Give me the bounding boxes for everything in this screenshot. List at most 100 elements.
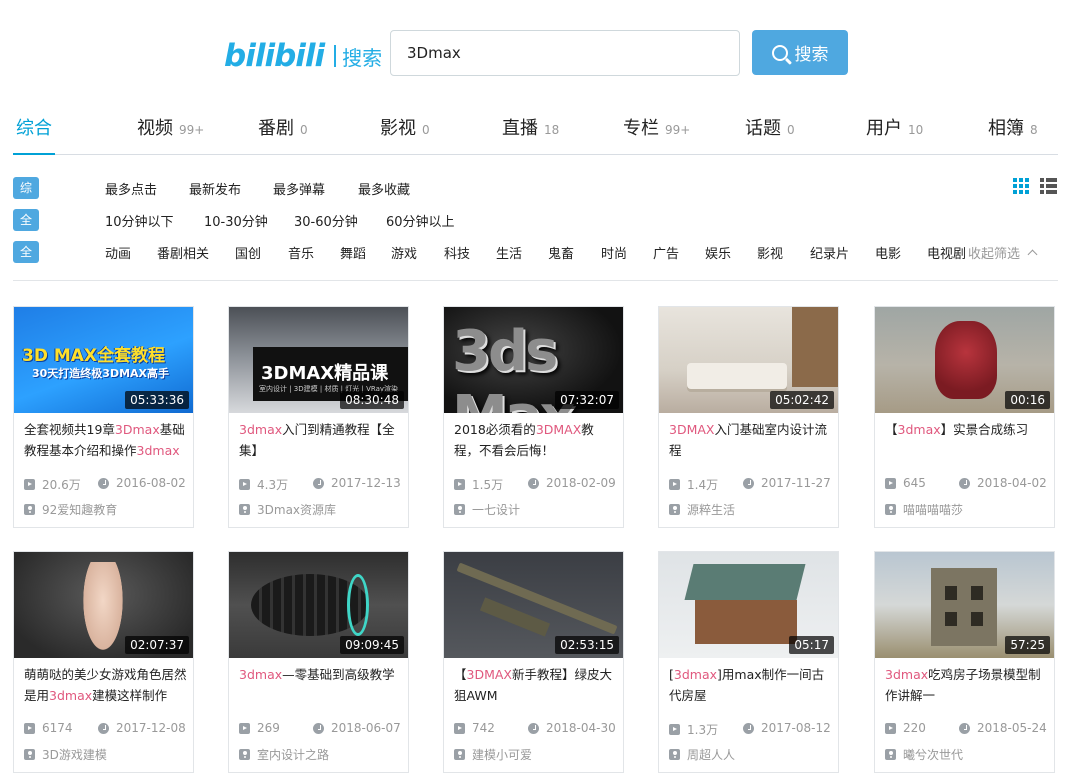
sort-filter-option[interactable]: 最多点击 <box>105 179 157 198</box>
zone-filter-option[interactable]: 娱乐 <box>705 243 731 262</box>
video-card[interactable]: 57:253dmax吃鸡房子场景模型制作讲解一2202018-05-24曦兮次世… <box>874 551 1055 773</box>
video-title[interactable]: 2018必须看的3DMAX教程，不看会后悔！ <box>454 419 617 461</box>
thumb-sofa <box>687 363 787 389</box>
video-title[interactable]: 萌萌哒的美少女游戏角色居然是用3dmax建模这样制作 <box>24 664 187 706</box>
zone-filter-option[interactable]: 电影 <box>875 243 901 262</box>
zone-filter-option[interactable]: 电视剧 <box>927 243 966 262</box>
video-card[interactable]: 3DMAX精品课室内设计 | 3D建模 | 材质 | 灯光 | VRay渲染08… <box>228 306 409 528</box>
video-thumbnail[interactable]: 3D MAX全套教程30天打造终极3DMAX高手05:33:36 <box>14 307 193 413</box>
play-count-text: 20.6万 <box>42 476 81 493</box>
video-card[interactable]: 09:09:45 3dmax—零基础到高级教学 2692018-06-07 室内设计之… <box>228 551 409 773</box>
sort-filter-option[interactable]: 最多弹幕 <box>273 179 325 198</box>
zone-filter-option[interactable]: 纪录片 <box>810 243 849 262</box>
video-title[interactable]: 【3DMAX新手教程】绿皮大狙AWM <box>454 664 617 706</box>
uploader[interactable]: 源粹生活 <box>669 501 735 518</box>
video-card[interactable]: 02:53:15 【3DMAX新手教程】绿皮大狙AWM 7422018-04-30 建… <box>443 551 624 773</box>
tab-7[interactable]: 话题0 <box>745 114 795 140</box>
video-title[interactable]: 3dmax吃鸡房子场景模型制作讲解一 <box>885 664 1048 706</box>
tab-1[interactable]: 综合 <box>16 114 52 140</box>
video-thumbnail[interactable]: 09:09:45 <box>229 552 408 658</box>
uploader-name: 92爱知趣教育 <box>42 501 117 518</box>
zone-filter-option[interactable]: 影视 <box>757 243 783 262</box>
tab-5[interactable]: 直播18 <box>502 114 559 140</box>
uploader[interactable]: 室内设计之路 <box>239 746 329 763</box>
video-thumbnail[interactable]: 3DMAX精品课室内设计 | 3D建模 | 材质 | 灯光 | VRay渲染08… <box>229 307 408 413</box>
video-stats: 20.6万 2016-08-02 <box>24 476 189 490</box>
duration-filter-option[interactable]: 30-60分钟 <box>294 211 358 230</box>
zone-filter-option[interactable]: 动画 <box>105 243 131 262</box>
video-title[interactable]: 3DMAX入门基础室内设计流程 <box>669 419 832 461</box>
zone-filter-option[interactable]: 游戏 <box>391 243 417 262</box>
uploader[interactable]: 建模小可爱 <box>454 746 532 763</box>
list-view-icon[interactable] <box>1040 178 1057 194</box>
zone-filter-option[interactable]: 生活 <box>496 243 522 262</box>
thumb-subtitle-text: 30天打造终极3DMAX高手 <box>32 365 169 381</box>
video-title[interactable]: 3dmax—零基础到高级教学 <box>239 664 402 706</box>
video-title[interactable]: 【3dmax】实景合成练习 <box>885 419 1048 461</box>
video-title[interactable]: 全套视频共19章3Dmax基础教程基本介绍和操作3dmax <box>24 419 187 461</box>
zone-filter-option[interactable]: 科技 <box>444 243 470 262</box>
zone-filter-option[interactable]: 时尚 <box>601 243 627 262</box>
zone-filter-option[interactable]: 国创 <box>235 243 261 262</box>
uploader[interactable]: 曦兮次世代 <box>885 746 963 763</box>
sort-filter-badge[interactable]: 综合排序 <box>13 177 39 199</box>
video-title[interactable]: 3dmax入门到精通教程【全集】 <box>239 419 402 461</box>
video-card[interactable]: 05:02:423DMAX入门基础室内设计流程1.4万2017-11-27源粹生… <box>658 306 839 528</box>
video-thumbnail[interactable]: 05:17 <box>659 552 838 658</box>
bilibili-logo[interactable]: bilibili 搜索 <box>224 36 382 76</box>
search-icon <box>772 45 788 61</box>
play-count-text: 1.4万 <box>687 476 718 493</box>
video-stats: 6452018-04-02 <box>885 476 1050 490</box>
video-duration: 00:16 <box>1005 391 1050 409</box>
video-title[interactable]: [3dmax]用max制作一间古代房屋 <box>669 664 832 706</box>
uploader[interactable]: 3D游戏建模 <box>24 746 107 763</box>
play-count: 4.3万 <box>239 476 288 493</box>
video-thumbnail[interactable]: 3ds Max07:32:07 <box>444 307 623 413</box>
uploader-icon <box>885 749 896 760</box>
tab-8[interactable]: 用户10 <box>866 114 923 140</box>
duration-filter-option[interactable]: 10分钟以下 <box>105 211 174 230</box>
duration-filter-badge[interactable]: 全部时长 <box>13 209 39 231</box>
video-thumbnail[interactable]: 02:07:37 <box>14 552 193 658</box>
zone-filter-badge[interactable]: 全部分区 <box>13 241 39 263</box>
video-card[interactable]: 3ds Max07:32:072018必须看的3DMAX教程，不看会后悔！1.5… <box>443 306 624 528</box>
video-stats: 7422018-04-30 <box>454 721 619 735</box>
grid-view-icon[interactable] <box>1013 178 1029 194</box>
video-thumbnail[interactable]: 02:53:15 <box>444 552 623 658</box>
video-thumbnail[interactable]: 05:02:42 <box>659 307 838 413</box>
search-input[interactable] <box>390 30 740 76</box>
video-thumbnail[interactable]: 57:25 <box>875 552 1054 658</box>
zone-filter-option[interactable]: 番剧相关 <box>157 243 209 262</box>
zone-filter-option[interactable]: 广告 <box>653 243 679 262</box>
video-stats: 4.3万2017-12-13 <box>239 476 404 490</box>
uploader[interactable]: 喵喵喵喵莎 <box>885 501 963 518</box>
duration-filter-option[interactable]: 60分钟以上 <box>386 211 455 230</box>
uploader[interactable]: 92爱知趣教育 <box>24 501 117 518</box>
video-duration: 05:17 <box>789 636 834 654</box>
tab-2[interactable]: 视频99+ <box>137 114 204 140</box>
zone-filter-option[interactable]: 鬼畜 <box>548 243 574 262</box>
upload-date-text: 2016-08-02 <box>116 476 186 490</box>
uploader[interactable]: 一七设计 <box>454 501 520 518</box>
video-card[interactable]: 02:07:37 萌萌哒的美少女游戏角色居然是用3dmax建模这样制作 617420… <box>13 551 194 773</box>
duration-filter-option[interactable]: 10-30分钟 <box>204 211 268 230</box>
zone-filter-option[interactable]: 舞蹈 <box>340 243 366 262</box>
search-button[interactable]: 搜索 <box>752 30 848 75</box>
sort-filter-option[interactable]: 最新发布 <box>189 179 241 198</box>
tab-4[interactable]: 影视0 <box>380 114 430 140</box>
video-card[interactable]: 3D MAX全套教程30天打造终极3DMAX高手05:33:36 全套视频共19章… <box>13 306 194 528</box>
video-stats: 2692018-06-07 <box>239 721 404 735</box>
video-stats: 61742017-12-08 <box>24 721 189 735</box>
sort-filter-option[interactable]: 最多收藏 <box>358 179 410 198</box>
tab-3[interactable]: 番剧0 <box>258 114 308 140</box>
thumb-title-text: 3D MAX全套教程 <box>22 341 165 366</box>
video-thumbnail[interactable]: 00:16 <box>875 307 1054 413</box>
uploader[interactable]: 3Dmax资源库 <box>239 501 336 518</box>
zone-filter-option[interactable]: 音乐 <box>288 243 314 262</box>
fold-filter-button[interactable]: 收起筛选 <box>968 243 1036 262</box>
tab-6[interactable]: 专栏99+ <box>623 114 690 140</box>
video-card[interactable]: 00:16 【3dmax】实景合成练习 6452018-04-02 喵喵喵喵莎 <box>874 306 1055 528</box>
video-card[interactable]: 05:17[3dmax]用max制作一间古代房屋1.3万2017-08-12周超… <box>658 551 839 773</box>
uploader[interactable]: 周超人人 <box>669 746 735 763</box>
tab-9[interactable]: 相簿8 <box>988 114 1038 140</box>
